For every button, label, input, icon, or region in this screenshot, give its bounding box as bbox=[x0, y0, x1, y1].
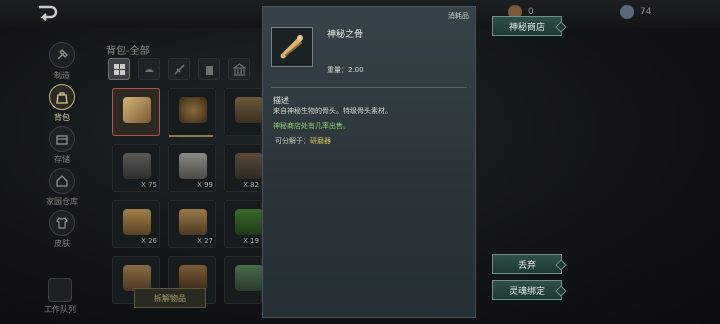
stone-item-icon bbox=[123, 153, 151, 179]
discard-button[interactable]: 丢弃 bbox=[492, 254, 562, 274]
house-icon bbox=[56, 175, 68, 187]
chest-icon bbox=[56, 135, 68, 145]
hammer-icon bbox=[57, 49, 68, 60]
item-detail-icon bbox=[271, 27, 313, 67]
nav-item-craft[interactable]: 制造 bbox=[44, 42, 80, 81]
description-heading: 描述 bbox=[273, 96, 289, 105]
helmet-icon bbox=[144, 68, 154, 72]
bone-icon bbox=[280, 35, 303, 59]
shop-availability-note: 神秘商店处有几率出售。 bbox=[273, 122, 350, 130]
work-queue-button[interactable]: 工作队列 bbox=[40, 278, 80, 315]
filter-all[interactable] bbox=[108, 58, 130, 80]
inventory-slot[interactable]: X 26 bbox=[112, 200, 160, 248]
inventory-slot[interactable]: X 27 bbox=[168, 200, 216, 248]
resource-value-2: 74 bbox=[640, 7, 652, 17]
nav-label-home-warehouse: 家园仓库 bbox=[46, 197, 78, 206]
nav-label-bag: 背包 bbox=[54, 113, 70, 122]
filter-bar bbox=[108, 58, 250, 80]
mystery-shop-button[interactable]: 神秘商店 bbox=[492, 16, 562, 36]
leather-item-icon bbox=[123, 209, 151, 235]
bag-title: 背包-全部 bbox=[106, 46, 150, 57]
currency-icon bbox=[620, 5, 634, 19]
inventory-slot[interactable] bbox=[224, 88, 263, 136]
decompose-prefix: 可分解于： bbox=[275, 137, 310, 145]
item-description: 来自神秘生物的骨头。特级骨头素材。 bbox=[273, 107, 392, 115]
herb-item-icon bbox=[235, 209, 263, 235]
inventory-slot[interactable]: X 75 bbox=[112, 144, 160, 192]
box-item-icon bbox=[235, 97, 263, 123]
nav-item-skin[interactable]: 皮肤 bbox=[44, 210, 80, 249]
queue-icon bbox=[48, 278, 72, 302]
shell-item-icon bbox=[179, 97, 207, 123]
nav-item-bag[interactable]: 背包 bbox=[44, 84, 80, 123]
sword-icon bbox=[173, 63, 185, 75]
inventory-slot-mystic-bone[interactable] bbox=[112, 88, 160, 136]
temple-icon bbox=[232, 62, 246, 76]
divider bbox=[271, 87, 467, 88]
inventory-slot[interactable] bbox=[168, 88, 216, 137]
bone-item-icon bbox=[123, 97, 151, 123]
back-arrow-icon[interactable] bbox=[36, 4, 58, 22]
shirt-icon bbox=[56, 217, 68, 229]
inventory-slot[interactable]: X 99 bbox=[168, 144, 216, 192]
item-detail-panel: 消耗品 神秘之骨 重量：2.00 描述 来自神秘生物的骨头。特级骨头素材。 神秘… bbox=[262, 6, 476, 318]
hide-item-icon bbox=[179, 209, 207, 235]
decompose-target: 研磨器 bbox=[310, 137, 331, 145]
item-type-tag: 消耗品 bbox=[448, 12, 469, 20]
dismantle-button[interactable]: 拆解物品 bbox=[134, 288, 206, 308]
filter-weapons[interactable] bbox=[168, 58, 190, 80]
ore-item-icon bbox=[235, 153, 263, 179]
filter-armor[interactable] bbox=[138, 58, 160, 80]
inventory-slot[interactable] bbox=[224, 256, 263, 304]
inventory-slot[interactable]: X 82 bbox=[224, 144, 263, 192]
nav-label-skin: 皮肤 bbox=[54, 239, 70, 248]
cloth-item-icon bbox=[179, 153, 207, 179]
nav-label-storage: 存储 bbox=[54, 155, 70, 164]
potion-icon bbox=[205, 65, 213, 75]
item-weight: 重量：2.00 bbox=[327, 66, 364, 74]
material-item-icon bbox=[235, 265, 263, 291]
item-name: 神秘之骨 bbox=[327, 30, 364, 40]
nav-label-craft: 制造 bbox=[54, 71, 70, 80]
resource-counter-2: 74 bbox=[620, 5, 651, 19]
nav-item-home-warehouse[interactable]: 家园仓库 bbox=[44, 168, 80, 207]
durability-bar bbox=[169, 135, 213, 137]
inventory-slot[interactable]: X 19 bbox=[224, 200, 263, 248]
filter-consumables[interactable] bbox=[198, 58, 220, 80]
filter-buildings[interactable] bbox=[228, 58, 250, 80]
soul-bind-button[interactable]: 灵魂绑定 bbox=[492, 280, 562, 300]
nav-item-storage[interactable]: 存储 bbox=[44, 126, 80, 165]
grid-icon bbox=[113, 63, 125, 75]
work-queue-label: 工作队列 bbox=[44, 305, 76, 314]
decompose-info: 可分解于：研磨器 bbox=[275, 136, 331, 146]
bag-icon bbox=[56, 92, 68, 104]
